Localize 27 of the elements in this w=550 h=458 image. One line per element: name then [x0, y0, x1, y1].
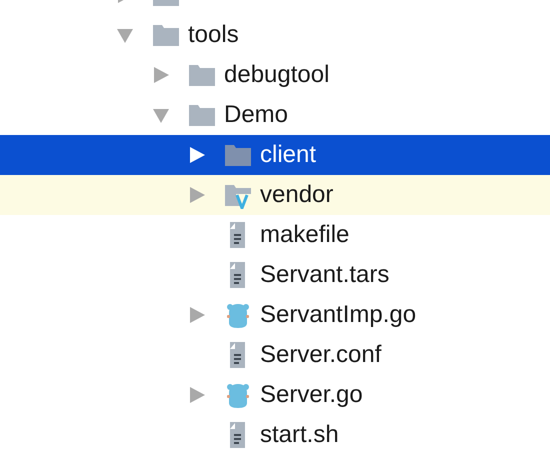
item-label: Servant.tars [260, 261, 390, 289]
tree-row[interactable]: Servant.tars [0, 255, 550, 295]
item-label: Server.go [260, 381, 363, 409]
item-label: vendor [260, 181, 334, 209]
tree-row[interactable]: ServantImp.go [0, 295, 550, 335]
item-label: Demo [224, 101, 288, 129]
tree-row[interactable]: vendor [0, 175, 550, 215]
tree-row[interactable]: Demo [0, 95, 550, 135]
tree-row[interactable]: debugtool [0, 55, 550, 95]
collapse-arrow-icon[interactable] [116, 26, 134, 44]
tree-row[interactable]: Server.conf [0, 335, 550, 375]
collapse-arrow-icon[interactable] [152, 106, 170, 124]
item-label: start.sh [260, 421, 339, 449]
tree-row[interactable]: start.sh [0, 415, 550, 455]
tree-row[interactable]: makefile [0, 215, 550, 255]
item-label: makefile [260, 221, 350, 249]
go-file-icon [224, 381, 252, 409]
tree-row[interactable]: client [0, 135, 550, 175]
go-file-icon [224, 301, 252, 329]
tree-row[interactable]: tools [0, 15, 550, 55]
tree-row[interactable]: Server.go [0, 375, 550, 415]
item-label: ServantImp.go [260, 301, 416, 329]
item-label: tools [188, 21, 239, 49]
item-label: client [260, 141, 316, 169]
item-label: Server.conf [260, 341, 382, 369]
expand-arrow-icon[interactable] [188, 146, 206, 164]
item-label: debugtool [224, 61, 330, 89]
